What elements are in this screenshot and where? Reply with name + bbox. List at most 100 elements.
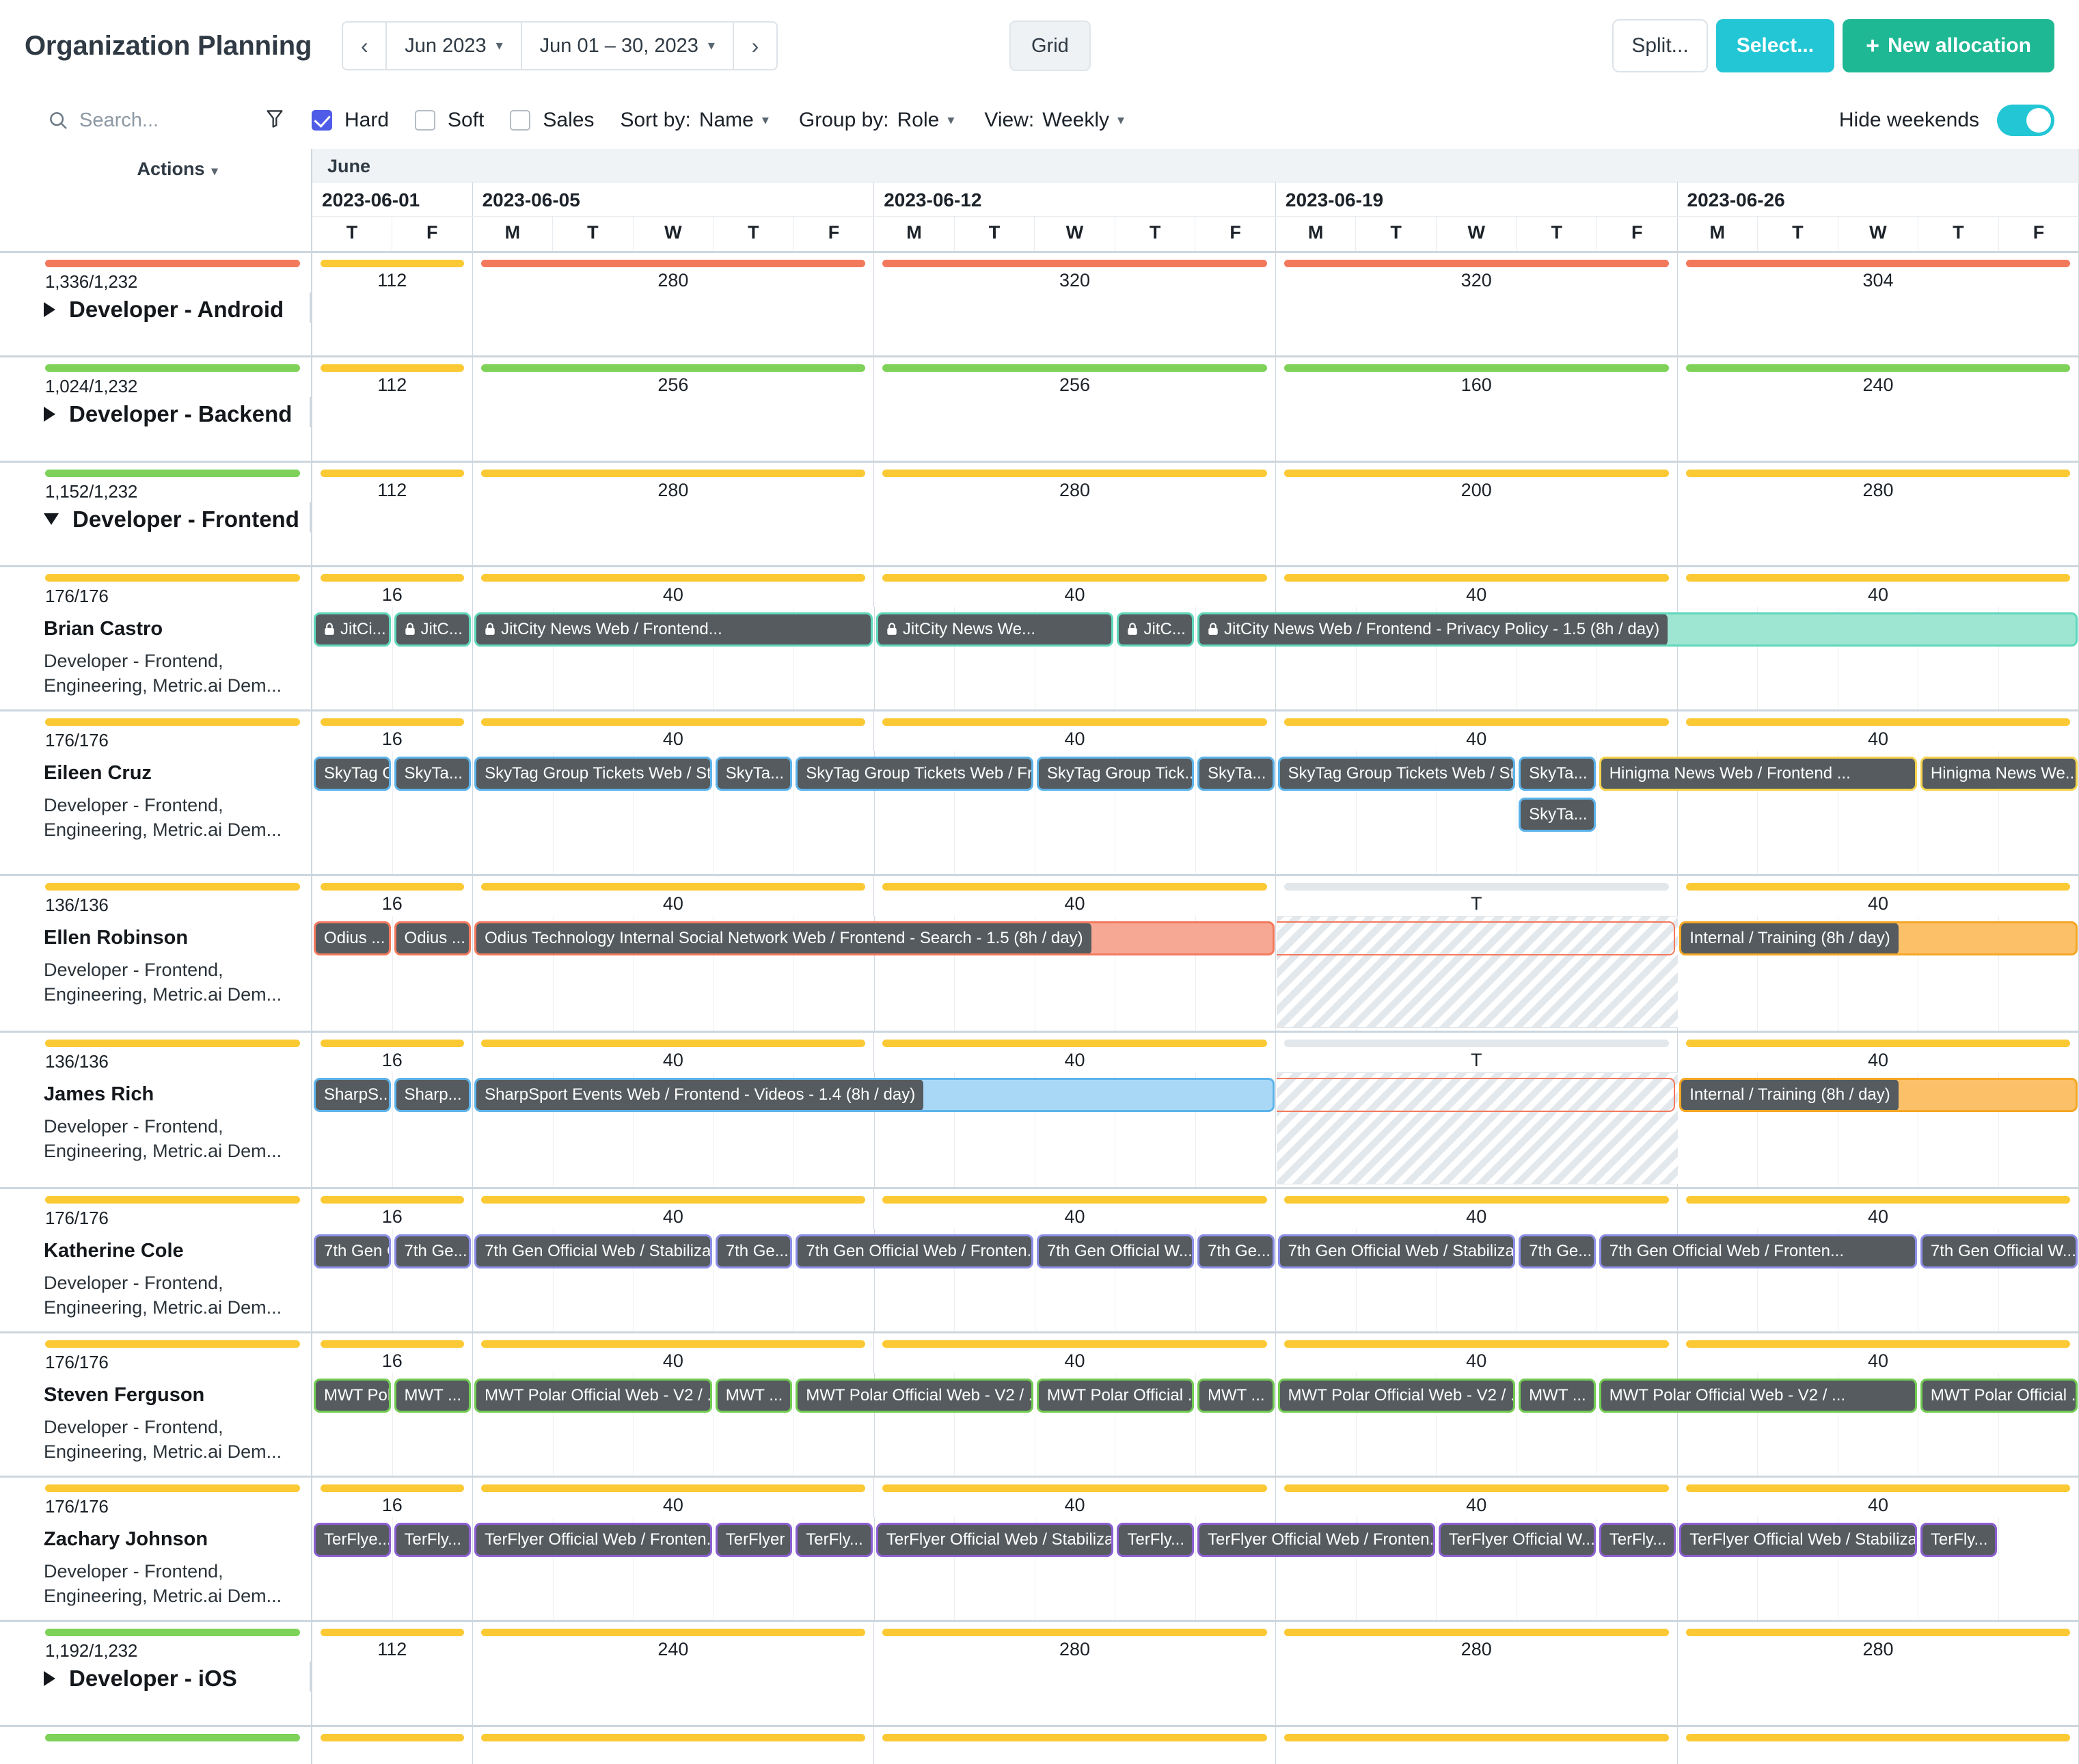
allocation-chip[interactable]: MWT ...	[394, 1379, 472, 1413]
allocation-chip[interactable]: 7th Gen Official W...	[1036, 1234, 1194, 1268]
allocation-chip[interactable]: SharpSport Events Web / Frontend - Video…	[474, 1078, 1275, 1112]
allocation-lane[interactable]: SharpS... Sharp... SharpSport Events Web /…	[312, 1072, 2079, 1189]
group-row[interactable]: Developer - Frontend	[0, 502, 2079, 567]
allocation-chip[interactable]: JitCi...	[314, 612, 391, 647]
allocation-chip[interactable]: 7th Ge...	[1519, 1234, 1596, 1268]
allocation-chip[interactable]: TerFlyer Official Web / Stabiliza...	[875, 1523, 1114, 1557]
allocation-chip[interactable]: Sharp...	[394, 1078, 472, 1112]
person-row[interactable]: Katherine Cole Developer - Frontend, Engi…	[0, 1229, 2079, 1333]
checkbox-box[interactable]	[510, 110, 531, 131]
allocation-chip[interactable]: JitCity News We...	[875, 612, 1114, 647]
range-picker[interactable]: Jun 01 – 30, 2023 ▾	[521, 23, 733, 69]
allocation-chip[interactable]: TerFly...	[796, 1523, 873, 1557]
person-info-cell[interactable]: James Rich Developer - Frontend, Engineer…	[0, 1072, 312, 1189]
group-header-cell[interactable]: Developer - Frontend	[0, 502, 312, 567]
person-row[interactable]: Brian Castro Developer - Frontend, Engine…	[0, 607, 2079, 711]
allocation-chip[interactable]: SkyTag Group Tick...	[1036, 757, 1194, 791]
allocation-chip[interactable]: SkyTa...	[1519, 798, 1596, 832]
allocation-chip[interactable]: MWT ...	[1519, 1379, 1596, 1413]
allocation-lane[interactable]: MWT Polar Official ... MWT ... MWT Polar O…	[312, 1373, 2079, 1477]
month-picker[interactable]: Jun 2023 ▾	[387, 23, 521, 69]
allocation-chip[interactable]: SkyTag Group Tickets Web / St...	[1277, 757, 1516, 791]
allocation-lane[interactable]: JitCi... JitC... JitCity News Web / Fronte…	[312, 607, 2079, 711]
sort-by-dropdown[interactable]: Sort by: Name ▾	[620, 109, 768, 132]
allocation-chip[interactable]: MWT Polar Official ...	[314, 1379, 391, 1413]
expand-triangle-icon[interactable]	[44, 1671, 55, 1686]
allocation-chip[interactable]: JitCity News Web / Frontend - Privacy Po…	[1197, 612, 2078, 647]
allocation-chip[interactable]: MWT Polar Official Web - V2 / ...	[1277, 1379, 1516, 1413]
allocation-chip[interactable]: MWT Polar Official ...	[1036, 1379, 1194, 1413]
allocation-chip[interactable]: TerFly...	[1920, 1523, 1998, 1557]
allocation-chip[interactable]: Odius ...	[314, 921, 391, 955]
allocation-chip[interactable]: 7th Gen Official Web / Stabiliza...	[1277, 1234, 1516, 1268]
allocation-chip[interactable]: JitC...	[1117, 612, 1194, 647]
allocation-chip[interactable]: Hinigma News Web / Frontend ...	[1599, 757, 1917, 791]
allocation-chip[interactable]: MWT ...	[1197, 1379, 1275, 1413]
allocation-chip[interactable]: SkyTa...	[1197, 757, 1275, 791]
allocation-chip[interactable]: SkyTa...	[394, 757, 472, 791]
group-header-cell[interactable]: Developer - Android	[0, 292, 312, 357]
allocation-chip[interactable]: TerFlyer Official W...	[1438, 1523, 1596, 1557]
allocation-chip[interactable]: MWT Polar Official Web - V2 / ...	[1599, 1379, 1917, 1413]
allocation-chip[interactable]: JitC...	[394, 612, 472, 647]
allocation-chip[interactable]: JitCity News Web / Frontend...	[474, 612, 873, 647]
checkbox-hard[interactable]: Hard	[312, 109, 389, 132]
actions-menu[interactable]: Actions ▾	[0, 149, 312, 216]
filter-icon[interactable]	[265, 109, 284, 133]
allocation-chip[interactable]: 7th Gen Official Web / Fronten...	[1599, 1234, 1917, 1268]
person-info-cell[interactable]: Eileen Cruz Developer - Frontend, Enginee…	[0, 751, 312, 876]
split-button[interactable]: Split...	[1612, 19, 1708, 72]
checkbox-box[interactable]	[415, 110, 436, 131]
allocation-chip[interactable]: TerFly...	[394, 1523, 472, 1557]
allocation-lane[interactable]: TerFlye... TerFly... TerFlyer Official Web…	[312, 1517, 2079, 1621]
checkbox-sales[interactable]: Sales	[510, 109, 594, 132]
allocation-chip[interactable]: 7th Ge...	[1197, 1234, 1275, 1268]
group-header-cell[interactable]: Developer - iOS	[0, 1661, 312, 1726]
allocation-chip[interactable]: SkyTag Group Tickets Web / Fr...	[796, 757, 1033, 791]
prev-period-button[interactable]: ‹	[343, 23, 386, 69]
group-label-wrap[interactable]: Developer - Backend	[0, 397, 311, 427]
allocation-chip[interactable]: SkyTag Group Tick...	[314, 757, 391, 791]
group-by-dropdown[interactable]: Group by: Role ▾	[799, 109, 954, 132]
person-row[interactable]: Steven Ferguson Developer - Frontend, Eng…	[0, 1373, 2079, 1477]
allocation-chip[interactable]: 7th Gen Official Web / Stabiliza...	[474, 1234, 712, 1268]
group-header-cell[interactable]: Developer - Backend	[0, 397, 312, 461]
allocation-chip[interactable]: MWT ...	[715, 1379, 793, 1413]
allocation-chip[interactable]: TerFlye...	[314, 1523, 391, 1557]
new-allocation-button[interactable]: + New allocation	[1843, 19, 2054, 72]
allocation-chip[interactable]: TerFly...	[1599, 1523, 1676, 1557]
person-row[interactable]: Zachary Johnson Developer - Frontend, Eng…	[0, 1517, 2079, 1621]
person-info-cell[interactable]: Steven Ferguson Developer - Frontend, Eng…	[0, 1373, 312, 1477]
allocation-chip[interactable]: Internal / Training (8h / day)	[1679, 921, 2078, 955]
allocation-lane[interactable]: Odius ... Odius ... Odius Technology Inter…	[312, 916, 2079, 1032]
allocation-chip[interactable]: Internal / Training (8h / day)	[1679, 1078, 2078, 1112]
view-dropdown[interactable]: View: Weekly ▾	[984, 109, 1124, 132]
checkbox-box[interactable]	[312, 110, 332, 131]
group-label-wrap[interactable]: Developer - Frontend	[0, 502, 311, 532]
allocation-lane[interactable]: 7th Gen Official W... 7th Ge... 7th Gen Of…	[312, 1229, 2079, 1333]
allocation-chip[interactable]: MWT Polar Official Web - V2 / ...	[796, 1379, 1033, 1413]
allocation-chip[interactable]: SkyTag Group Tickets Web / St...	[474, 757, 712, 791]
allocation-chip[interactable]: MWT Polar Official ...	[1920, 1379, 2078, 1413]
person-row[interactable]: Ellen Robinson Developer - Frontend, Engi…	[0, 916, 2079, 1032]
person-info-cell[interactable]: Katherine Cole Developer - Frontend, Engi…	[0, 1229, 312, 1333]
expand-triangle-icon[interactable]	[44, 301, 55, 317]
allocation-chip[interactable]: Hinigma News We...	[1920, 757, 2078, 791]
hide-weekends-toggle[interactable]	[1997, 105, 2054, 136]
allocation-chip[interactable]: MWT Polar Official Web - V2 / ...	[474, 1379, 712, 1413]
allocation-chip[interactable]: TerFlyer Official Web / Fronten...	[1197, 1523, 1435, 1557]
group-label-wrap[interactable]: Developer - Android	[0, 292, 311, 323]
person-info-cell[interactable]: Brian Castro Developer - Frontend, Engine…	[0, 607, 312, 711]
allocation-chip[interactable]: SkyTa...	[715, 757, 793, 791]
search-input[interactable]	[79, 109, 243, 132]
allocation-chip[interactable]: Odius Technology Internal Social Network…	[474, 921, 1275, 955]
allocation-chip[interactable]: SkyTa...	[1519, 757, 1596, 791]
checkbox-soft[interactable]: Soft	[415, 109, 484, 132]
allocation-chip[interactable]: TerFlyer Official W...	[715, 1523, 793, 1557]
allocation-lane[interactable]: SkyTag Group Tick... SkyTa... SkyTag Group…	[312, 751, 2079, 876]
group-row[interactable]: Developer - Android	[0, 292, 2079, 357]
group-row[interactable]: Developer - iOS	[0, 1661, 2079, 1726]
allocation-chip[interactable]: TerFlyer Official Web / Fronten...	[474, 1523, 712, 1557]
select-button[interactable]: Select...	[1715, 19, 1835, 72]
allocation-chip[interactable]: TerFlyer Official Web / Stabiliza...	[1679, 1523, 1917, 1557]
